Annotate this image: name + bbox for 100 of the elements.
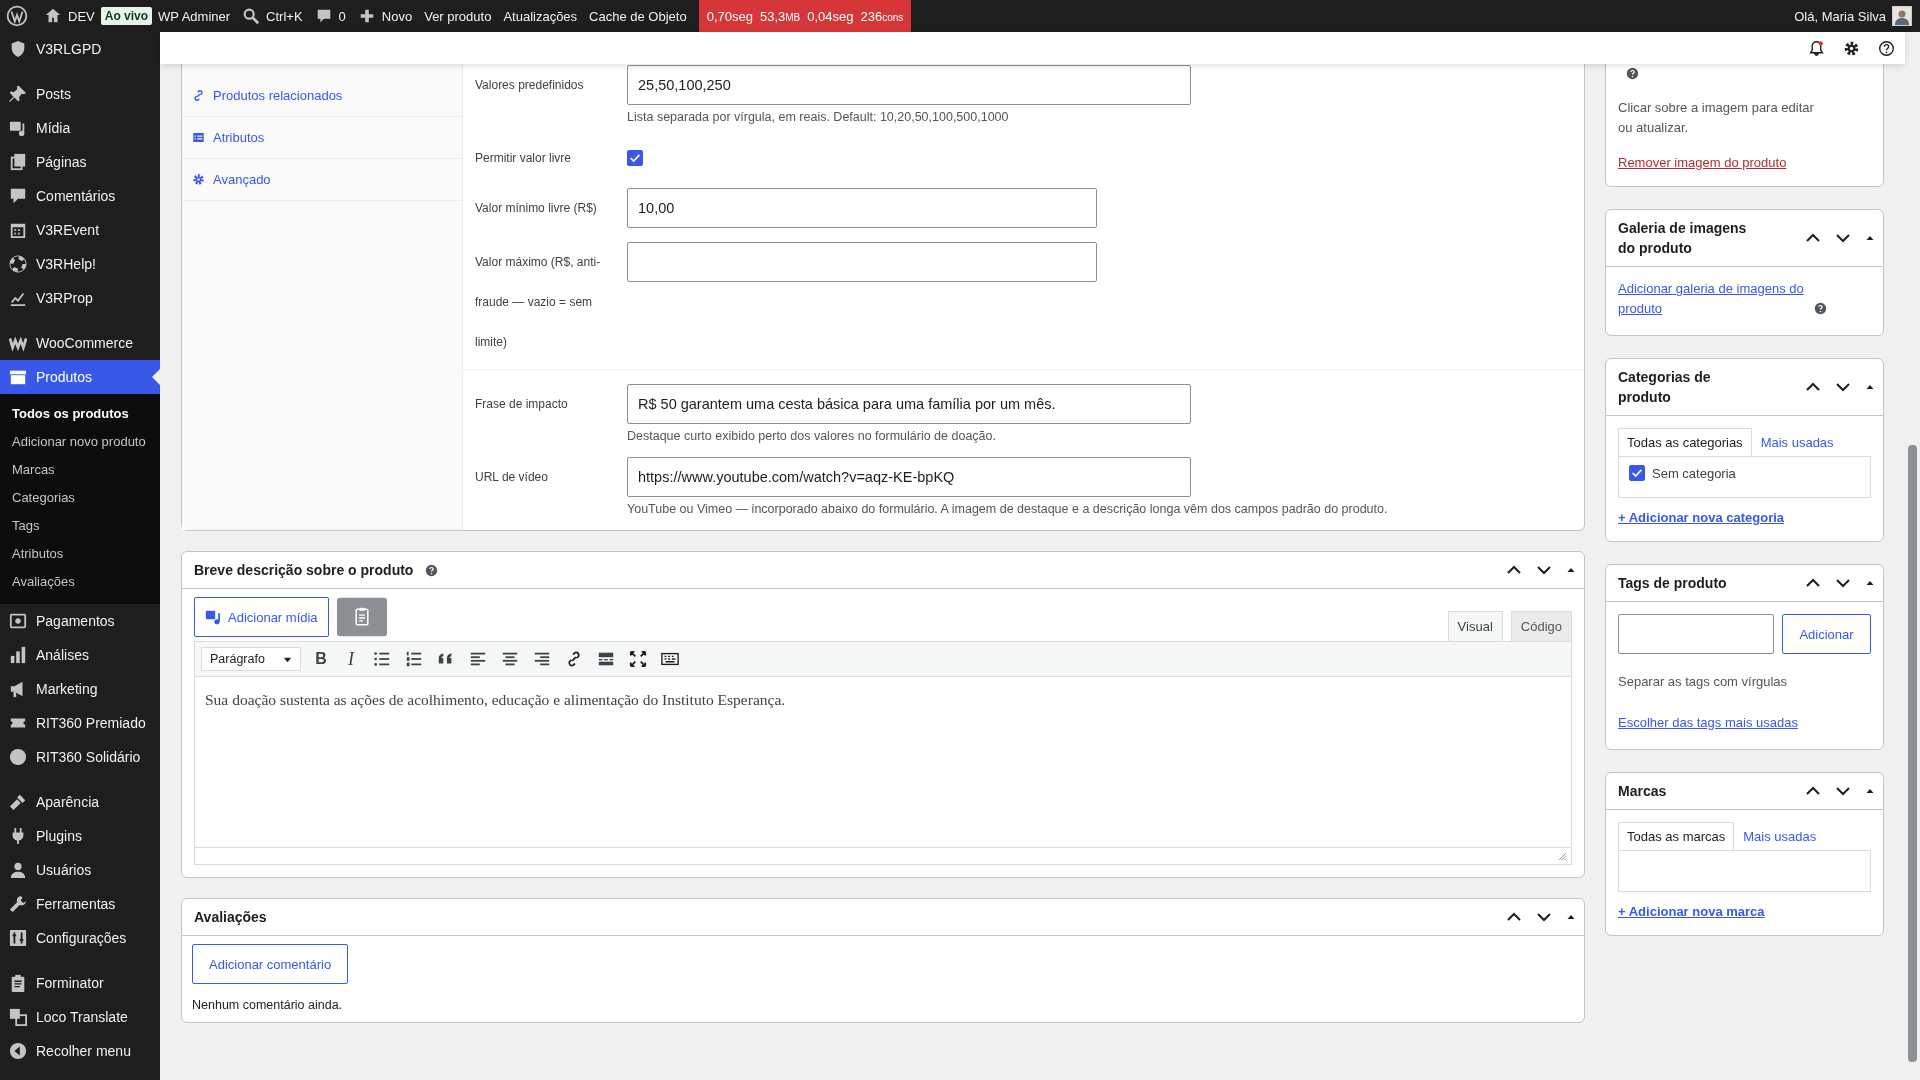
field-hint: Destaque curto exibido perto dos valores no formulário de doação. xyxy=(627,429,997,443)
text-field[interactable]: https://www.youtube.com/watch?v=aqz-KE-bpKQ xyxy=(627,457,1191,497)
sidebar-item[interactable]: Mídia xyxy=(0,111,160,145)
format-select[interactable]: Parágrafo xyxy=(201,647,301,671)
sidebar-item[interactable]: Ferramentas xyxy=(0,887,160,921)
popular-tags-link[interactable]: Escolher das tags mais usadas xyxy=(1618,715,1798,730)
sidebar-item[interactable]: RIT360 Premiado xyxy=(0,706,160,740)
checkbox[interactable] xyxy=(627,150,643,166)
admin-bar-link[interactable]: Ver produto xyxy=(424,8,492,24)
tag-hint: Separar as tags com vírgulas xyxy=(1618,674,1789,689)
format-button[interactable]: I xyxy=(341,648,361,670)
image-instructions: Clicar sobre a imagem para editar ou atualizar. xyxy=(1618,99,1815,137)
archive-box-icon xyxy=(9,368,27,386)
submenu-item[interactable]: Avaliações xyxy=(0,568,160,596)
taxonomy-tab[interactable]: Mais usadas xyxy=(1751,428,1843,456)
adminer-link[interactable]: WP Adminer xyxy=(158,8,231,24)
search-shortcut[interactable]: Ctrl+K xyxy=(266,8,303,24)
fullscreen-icon[interactable] xyxy=(629,650,647,668)
add-term-link[interactable]: + Adicionar nova marca xyxy=(1618,904,1765,919)
user-greeting[interactable]: Olá, Maria Silva xyxy=(1794,8,1886,24)
align-center-icon[interactable] xyxy=(501,650,519,668)
media-icon xyxy=(9,119,27,137)
sidebar-item[interactable]: V3RProp xyxy=(0,281,160,315)
sidebar-item[interactable]: WooCommerce xyxy=(0,326,160,360)
sidebar-item[interactable]: Forminator xyxy=(0,966,160,1000)
taxonomy-tab[interactable]: Todas as marcas xyxy=(1618,822,1735,850)
text-field[interactable]: 25,50,100,250 xyxy=(627,65,1191,105)
field-hint: YouTube ou Vimeo — incorporado abaixo do formulário. A imagem de destaque e a descrição longa vêm dos campos padrão do produto. xyxy=(627,502,1389,516)
sidebar-item[interactable]: Páginas xyxy=(0,145,160,179)
bell-icon[interactable] xyxy=(1808,39,1825,57)
help-icon[interactable] xyxy=(1626,67,1639,80)
wordpress-logo-icon[interactable] xyxy=(6,5,28,27)
sidebar-item[interactable]: Análises xyxy=(0,638,160,672)
sidebar-item[interactable]: V3REvent xyxy=(0,213,160,247)
collapse-icon xyxy=(9,1042,27,1060)
admin-bar-link[interactable]: Cache de Objeto xyxy=(589,8,687,24)
link-icon[interactable] xyxy=(565,650,583,668)
text-field[interactable]: R$ 50 garantem uma cesta básica para uma família por um mês. xyxy=(627,384,1191,424)
sidebar-item[interactable]: Plugins xyxy=(0,819,160,853)
settings-icon[interactable] xyxy=(1843,39,1860,57)
sidebar-item[interactable]: Produtos xyxy=(0,360,160,394)
sidebar-item[interactable]: V3RLGPD xyxy=(0,32,160,66)
sidebar-item[interactable]: Comentários xyxy=(0,179,160,213)
taxonomy-tab[interactable]: Todas as categorias xyxy=(1618,428,1752,456)
submenu-item[interactable]: Tags xyxy=(0,512,160,540)
add-term-link[interactable]: + Adicionar nova categoria xyxy=(1618,510,1785,525)
admin-bar-link[interactable]: Atualizações xyxy=(503,8,578,24)
add-comment-button[interactable]: Adicionar comentário xyxy=(192,944,349,984)
format-button[interactable]: B xyxy=(311,650,331,668)
remove-image-link[interactable]: Remover imagem do produto xyxy=(1618,155,1787,170)
sidebar-item[interactable]: Usuários xyxy=(0,853,160,887)
add-gallery-link[interactable]: Adicionar galeria de imagens do produto xyxy=(1618,279,1808,319)
empty-message: Nenhum comentário ainda. xyxy=(192,998,344,1012)
resize-handle-icon[interactable] xyxy=(1558,851,1567,861)
sidebar-item[interactable]: V3RHelp! xyxy=(0,247,160,281)
submenu-item[interactable]: Adicionar novo produto xyxy=(0,428,160,456)
site-name-link[interactable]: DEV xyxy=(68,8,95,24)
submenu-item[interactable]: Todos os produtos xyxy=(0,400,160,428)
editor-tab[interactable]: Código xyxy=(1510,611,1572,641)
help-icon[interactable] xyxy=(1878,39,1895,57)
search-icon[interactable] xyxy=(242,7,261,25)
avatar-icon[interactable] xyxy=(1892,6,1912,26)
add-media-button[interactable]: Adicionar mídia xyxy=(194,597,329,637)
performance-stat: 0,70seg xyxy=(706,8,753,24)
text-field[interactable]: 10,00 xyxy=(627,188,1097,228)
keyboard-icon[interactable] xyxy=(661,650,679,668)
sidebar-item[interactable]: Marketing xyxy=(0,672,160,706)
sidebar-item[interactable]: Aparência xyxy=(0,785,160,819)
editor-tab[interactable]: Visual xyxy=(1447,611,1503,641)
text-field[interactable] xyxy=(627,242,1097,282)
sidebar-item[interactable]: Posts xyxy=(0,77,160,111)
sidebar-item[interactable]: Loco Translate xyxy=(0,1000,160,1034)
sidebar-item[interactable]: RIT360 Solidário xyxy=(0,740,160,774)
editor-content[interactable]: Sua doação sustenta as ações de acolhimento, educação e alimentação do Instituto Esperança. xyxy=(195,677,1571,847)
add-tag-button[interactable]: Adicionar xyxy=(1782,614,1871,654)
numbered-list-icon[interactable] xyxy=(405,650,423,668)
home-icon[interactable] xyxy=(44,7,62,25)
tag-input[interactable] xyxy=(1618,614,1774,654)
sidebar-item[interactable]: Recolher menu xyxy=(0,1034,160,1068)
checkbox-label: Sem categoria xyxy=(1652,465,1736,481)
taxonomy-tab[interactable]: Mais usadas xyxy=(1734,822,1826,850)
performance-panel[interactable]: 0,70seg 53,3MB 0,04seg 236cons xyxy=(698,0,912,32)
read-more-icon[interactable] xyxy=(597,650,615,668)
sidebar-item[interactable]: Configurações xyxy=(0,921,160,955)
product-data-tab[interactable]: Avançado xyxy=(182,159,462,201)
align-left-icon[interactable] xyxy=(469,650,487,668)
submenu-item[interactable]: Atributos xyxy=(0,540,160,568)
comment-count[interactable]: 0 xyxy=(338,8,346,24)
product-data-tab[interactable]: Atributos xyxy=(182,117,462,159)
submenu-item[interactable]: Categorias xyxy=(0,484,160,512)
help-icon[interactable] xyxy=(1814,302,1827,315)
bullet-list-icon[interactable] xyxy=(373,650,391,668)
clipboard-button-icon[interactable] xyxy=(336,597,387,637)
align-right-icon[interactable] xyxy=(533,650,551,668)
submenu-item[interactable]: Marcas xyxy=(0,456,160,484)
product-data-tab[interactable]: Produtos relacionados xyxy=(182,75,462,117)
checkbox[interactable] xyxy=(1629,465,1645,481)
help-icon[interactable] xyxy=(425,563,439,577)
new-link[interactable]: Novo xyxy=(381,8,413,24)
sidebar-item[interactable]: Pagamentos xyxy=(0,604,160,638)
